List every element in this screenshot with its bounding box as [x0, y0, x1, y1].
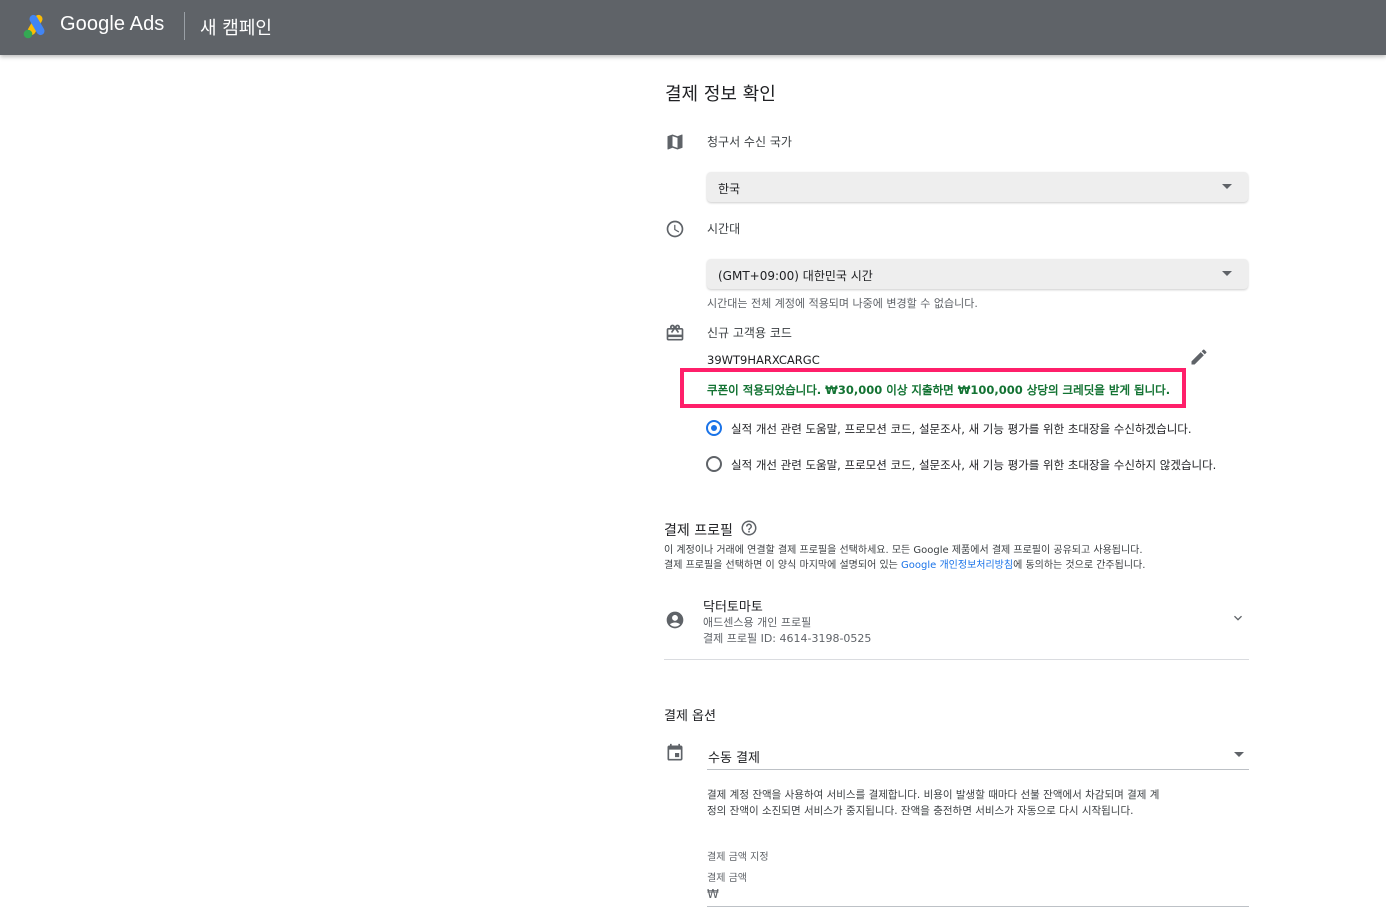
- profile-name: 닥터토마토: [703, 600, 763, 615]
- amount-label: 결제 금액: [707, 873, 747, 884]
- payment-profile-title: 결제 프로필: [664, 523, 733, 539]
- edit-pencil-icon[interactable]: [1189, 347, 1209, 367]
- payment-profile-description-1: 이 계정이나 거래에 연결할 결제 프로필을 선택하세요. 모든 Google …: [664, 545, 1143, 556]
- gift-card-icon: [666, 324, 684, 341]
- privacy-policy-link[interactable]: Google 개인정보처리방침: [901, 560, 1013, 571]
- dropdown-arrow-icon: [1234, 752, 1244, 757]
- payment-method-description-2: 정의 잔액이 소진되면 서비스가 중지됩니다. 잔액을 충전하면 서비스가 자동…: [707, 805, 1134, 817]
- payment-method-select[interactable]: 수동 결제: [707, 738, 1249, 770]
- dropdown-arrow-icon: [1222, 271, 1232, 276]
- billing-country-value: 한국: [718, 182, 741, 196]
- coupon-applied-message: 쿠폰이 적용되었습니다. ₩30,000 이상 지출하면 ₩100,000 상당…: [707, 383, 1171, 397]
- timezone-label: 시간대: [707, 222, 741, 236]
- consent-radio-yes[interactable]: [706, 420, 722, 436]
- header-divider: [184, 12, 185, 40]
- consent-option-no-label[interactable]: 실적 개선 관련 도움말, 프로모션 코드, 설문조사, 새 기능 평가를 위한…: [731, 457, 1216, 473]
- clock-icon: [666, 220, 684, 238]
- promo-code-value: 39WT9HARXCARGC: [707, 353, 820, 367]
- calendar-icon: [667, 743, 683, 761]
- billing-section-title: 결제 정보 확인: [665, 84, 776, 105]
- promo-code-label: 신규 고객용 코드: [707, 326, 792, 340]
- help-icon[interactable]: [740, 519, 758, 537]
- section-divider: [664, 659, 1249, 660]
- payment-method-description-1: 결제 계정 잔액을 사용하여 서비스를 결제합니다. 비용이 발생할 때마다 선…: [707, 789, 1160, 801]
- amount-heading: 결제 금액 지정: [707, 852, 769, 863]
- payment-options-title: 결제 옵션: [664, 709, 716, 724]
- payment-profile-description-2: 결제 프로필을 선택하면 이 양식 마지막에 설명되어 있는 Google 개인…: [664, 556, 1145, 571]
- billing-country-label: 청구서 수신 국가: [707, 135, 792, 149]
- timezone-note: 시간대는 전체 계정에 적용되며 나중에 변경할 수 없습니다.: [707, 297, 978, 310]
- amount-input[interactable]: ₩: [707, 884, 1249, 907]
- payment-profile-selector[interactable]: 닥터토마토 애드센스용 개인 프로필 결제 프로필 ID: 4614-3198-…: [664, 588, 1249, 658]
- description-prefix: 결제 프로필을 선택하면 이 양식 마지막에 설명되어 있는: [664, 560, 902, 571]
- account-circle-icon: [666, 611, 684, 629]
- currency-symbol: ₩: [707, 887, 719, 901]
- description-suffix: 에 동의하는 것으로 간주됩니다.: [1013, 560, 1146, 571]
- profile-type: 애드센스용 개인 프로필: [703, 616, 812, 629]
- top-app-bar: Google Ads 새 캠페인: [0, 0, 1386, 55]
- google-ads-logo-icon[interactable]: [22, 13, 50, 39]
- dropdown-arrow-icon: [1222, 184, 1232, 189]
- map-icon: [667, 134, 683, 150]
- billing-country-select[interactable]: 한국: [707, 172, 1248, 202]
- consent-option-yes-label[interactable]: 실적 개선 관련 도움말, 프로모션 코드, 설문조사, 새 기능 평가를 위한…: [731, 421, 1192, 437]
- chevron-down-icon[interactable]: [1230, 610, 1246, 626]
- timezone-value: (GMT+09:00) 대한민국 시간: [718, 269, 873, 283]
- profile-id: 결제 프로필 ID: 4614-3198-0525: [703, 632, 872, 645]
- page-title: 새 캠페인: [200, 18, 272, 39]
- payment-method-value: 수동 결제: [708, 751, 760, 766]
- consent-radio-no[interactable]: [706, 456, 722, 472]
- timezone-select[interactable]: (GMT+09:00) 대한민국 시간: [707, 259, 1248, 289]
- brand-name: Google Ads: [60, 13, 165, 35]
